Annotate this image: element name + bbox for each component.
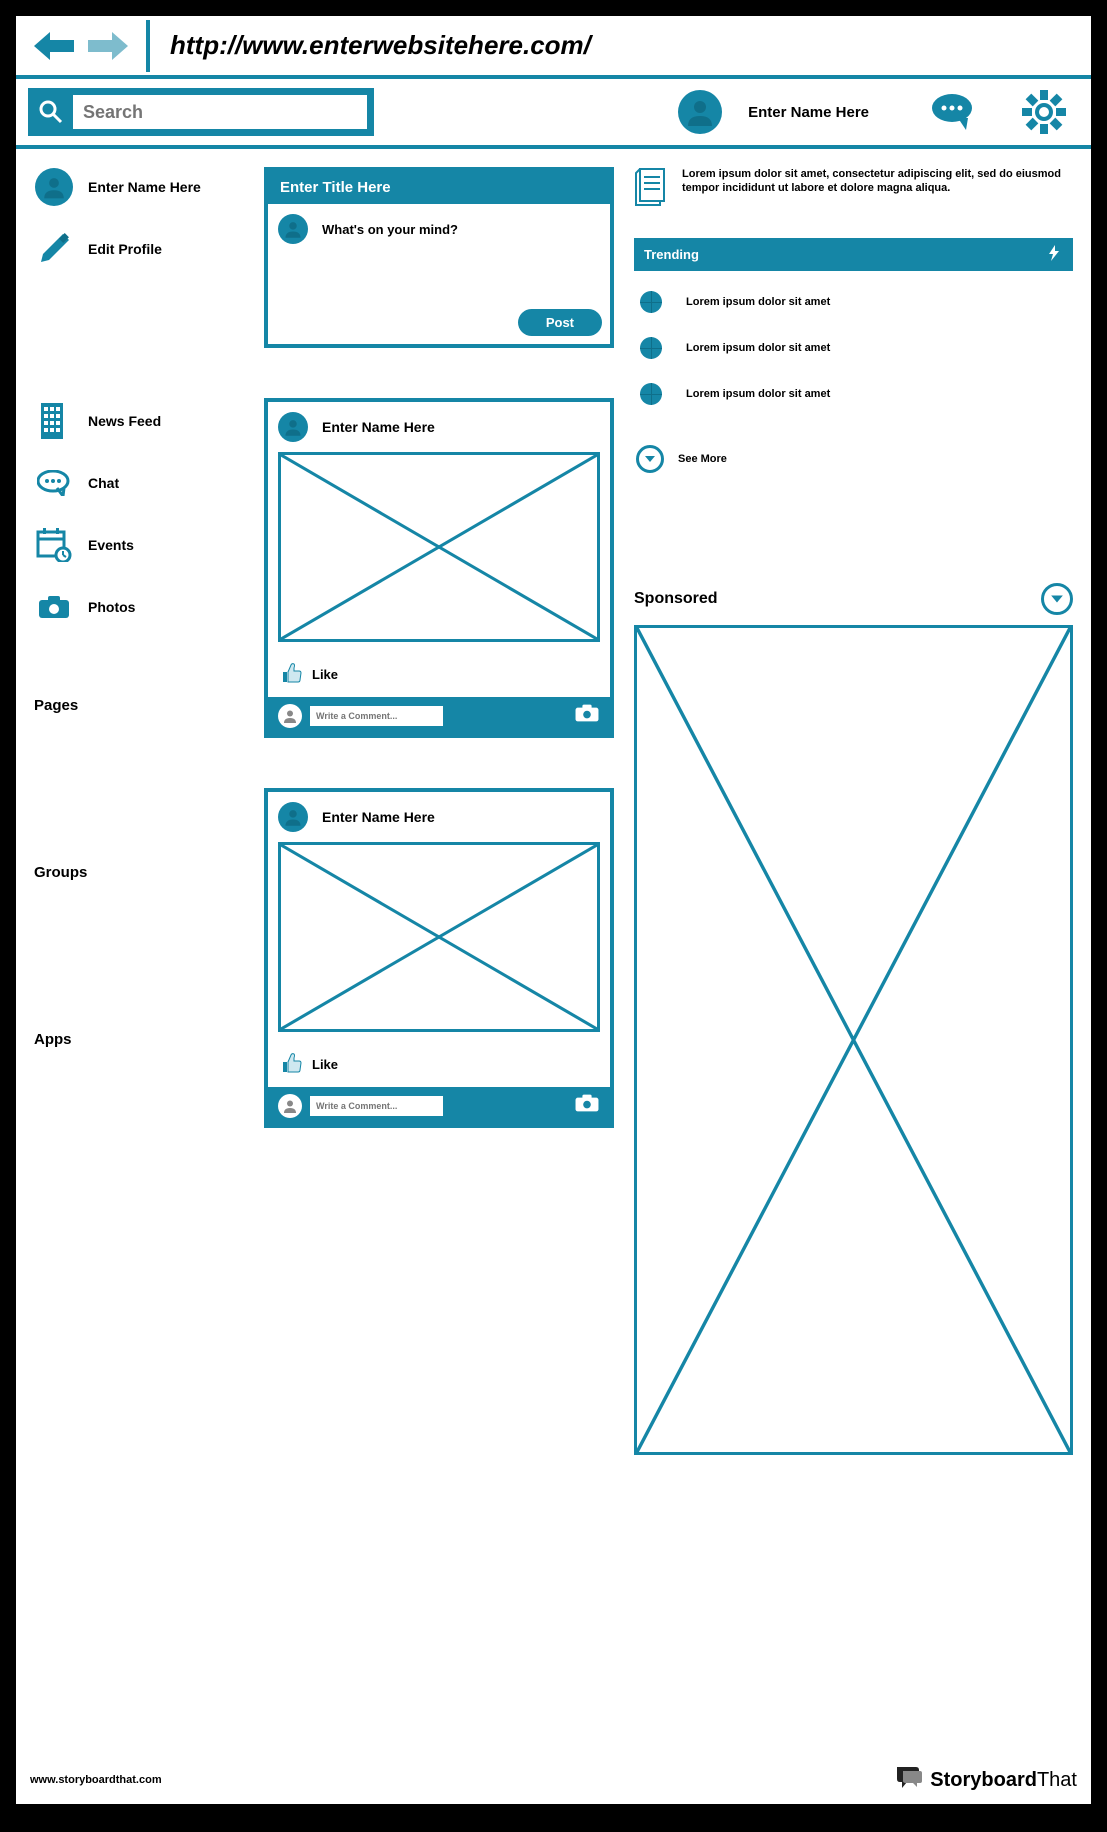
trending-item[interactable]: Lorem ipsum dolor sit amet: [634, 383, 1073, 405]
like-button[interactable]: Like: [268, 652, 610, 697]
image-placeholder: [278, 452, 600, 642]
sidebar-label: News Feed: [88, 413, 161, 429]
sidebar-profile[interactable]: Enter Name Here: [34, 167, 244, 207]
document-icon: [634, 167, 670, 212]
sidebar-edit-label: Edit Profile: [88, 241, 162, 257]
sidebar-profile-name: Enter Name Here: [88, 179, 201, 195]
forward-arrow-icon[interactable]: [84, 28, 132, 64]
sidebar-edit-profile[interactable]: Edit Profile: [34, 229, 244, 269]
post-author[interactable]: Enter Name Here: [322, 419, 435, 435]
trending-label: Lorem ipsum dolor sit amet: [686, 342, 830, 354]
post-button[interactable]: Post: [518, 309, 602, 336]
sidebar-heading-groups: Groups: [34, 864, 244, 881]
camera-icon[interactable]: [574, 1093, 600, 1118]
search-box: [28, 88, 374, 136]
user-icon: [278, 704, 302, 728]
sidebar-label: Events: [88, 537, 134, 553]
like-label: Like: [312, 1057, 338, 1072]
sidebar: Enter Name Here Edit Profile News Feed C…: [34, 167, 244, 1455]
sidebar-heading-apps: Apps: [34, 1031, 244, 1048]
composer-body[interactable]: What's on your mind? Post: [268, 204, 610, 344]
sidebar-heading-pages: Pages: [34, 697, 244, 714]
comment-input[interactable]: [310, 1096, 443, 1116]
sponsored-placeholder: [634, 625, 1073, 1455]
user-icon: [278, 214, 308, 244]
composer-prompt: What's on your mind?: [322, 222, 458, 237]
url-text[interactable]: http://www.enterwebsitehere.com/: [150, 16, 1091, 75]
footer-brand: StoryboardThat: [894, 1764, 1077, 1796]
chevron-down-icon[interactable]: [1041, 583, 1073, 615]
chat-bubble-icon[interactable]: [929, 87, 979, 137]
top-bar: Enter Name Here: [16, 79, 1091, 149]
user-icon: [35, 168, 73, 206]
user-icon: [278, 802, 308, 832]
trending-header: Trending: [634, 238, 1073, 271]
calendar-icon: [34, 525, 74, 565]
address-bar: http://www.enterwebsitehere.com/: [16, 16, 1091, 79]
back-arrow-icon[interactable]: [30, 28, 78, 64]
search-input[interactable]: [70, 92, 370, 132]
feed-post: Enter Name Here Like: [264, 398, 614, 738]
chevron-down-icon: [636, 445, 664, 473]
avatar-icon[interactable]: [678, 90, 722, 134]
user-icon: [278, 1094, 302, 1118]
sidebar-item-events[interactable]: Events: [34, 525, 244, 565]
pencil-icon: [34, 229, 74, 269]
info-block: Lorem ipsum dolor sit amet, consectetur …: [634, 167, 1073, 212]
bolt-icon: [1045, 244, 1063, 265]
composer-panel: Enter Title Here What's on your mind? Po…: [264, 167, 614, 348]
trending-item[interactable]: Lorem ipsum dolor sit amet: [634, 291, 1073, 313]
sponsored-header: Sponsored: [634, 583, 1073, 615]
sidebar-label: Photos: [88, 599, 135, 615]
trending-label: Lorem ipsum dolor sit amet: [686, 296, 830, 308]
main-area: Enter Name Here Edit Profile News Feed C…: [16, 149, 1091, 1473]
see-more-button[interactable]: See More: [634, 445, 1073, 473]
comment-input[interactable]: [310, 706, 443, 726]
like-label: Like: [312, 667, 338, 682]
footer: www.storyboardthat.com StoryboardThat: [30, 1764, 1077, 1796]
sidebar-item-chat[interactable]: Chat: [34, 463, 244, 503]
top-username: Enter Name Here: [748, 104, 869, 121]
trending-label: Lorem ipsum dolor sit amet: [686, 388, 830, 400]
globe-icon: [640, 291, 662, 313]
feed-post: Enter Name Here Like: [264, 788, 614, 1128]
info-text: Lorem ipsum dolor sit amet, consectetur …: [682, 167, 1073, 212]
sidebar-item-photos[interactable]: Photos: [34, 587, 244, 627]
comment-bar: [268, 1087, 610, 1124]
sidebar-item-newsfeed[interactable]: News Feed: [34, 401, 244, 441]
see-more-label: See More: [678, 453, 727, 465]
sponsored-title: Sponsored: [634, 590, 718, 608]
globe-icon: [640, 337, 662, 359]
post-author[interactable]: Enter Name Here: [322, 809, 435, 825]
like-button[interactable]: Like: [268, 1042, 610, 1087]
sidebar-label: Chat: [88, 475, 119, 491]
nav-arrows: [16, 20, 150, 72]
user-icon: [278, 412, 308, 442]
composer-title: Enter Title Here: [268, 171, 610, 204]
globe-icon: [640, 383, 662, 405]
camera-icon: [34, 587, 74, 627]
image-placeholder: [278, 842, 600, 1032]
feed-column: Enter Title Here What's on your mind? Po…: [264, 167, 614, 1455]
comment-bar: [268, 697, 610, 734]
thumbs-up-icon: [282, 1052, 302, 1077]
trending-item[interactable]: Lorem ipsum dolor sit amet: [634, 337, 1073, 359]
speech-bubble-icon: [894, 1764, 924, 1796]
thumbs-up-icon: [282, 662, 302, 687]
trending-title: Trending: [644, 247, 699, 262]
right-column: Lorem ipsum dolor sit amet, consectetur …: [634, 167, 1073, 1455]
footer-url: www.storyboardthat.com: [30, 1774, 162, 1786]
camera-icon[interactable]: [574, 703, 600, 728]
browser-frame: http://www.enterwebsitehere.com/ Enter N…: [10, 10, 1097, 1810]
search-icon[interactable]: [32, 93, 70, 131]
chat-icon: [34, 463, 74, 503]
building-icon: [34, 401, 74, 441]
gear-icon[interactable]: [1019, 87, 1069, 137]
